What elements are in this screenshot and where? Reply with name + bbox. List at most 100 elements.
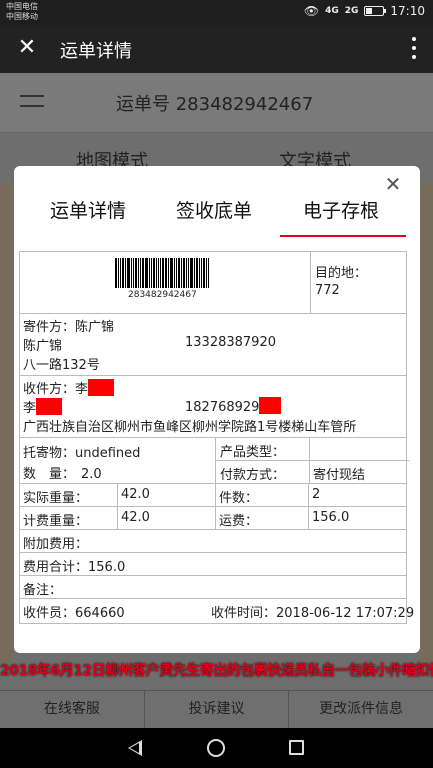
sender-row: 寄件方：陈广锦 陈广锦 13328387920 八一路132号 <box>20 314 406 376</box>
barcode-bar <box>120 258 121 288</box>
actual-weight-row: 实际重量： 42.0 件数： 2 <box>20 484 406 507</box>
redaction-mark <box>259 397 282 414</box>
collect-time-line: 收件时间：2018-06-12 17:07:29 <box>211 602 414 621</box>
destination-cell: 目的地： 772 <box>310 252 407 313</box>
freight-label: 运费： <box>219 514 259 529</box>
barcode-bar <box>162 258 164 288</box>
extra-fee-label: 附加费用： <box>23 537 89 552</box>
carrier-2: 中国移动 <box>6 12 38 21</box>
barcode-bar <box>125 258 126 288</box>
barcode-bar <box>133 258 134 288</box>
goods-row: 托寄物：undefined 数 量： 2.0 产品类型： 付款方式： 寄付现结 <box>20 438 409 484</box>
back-icon[interactable] <box>128 740 142 756</box>
barcode-bar <box>178 258 180 288</box>
divider <box>117 507 118 529</box>
collector-row: 收件员：664660 收件时间：2018-06-12 17:07:29 <box>20 599 414 623</box>
app-bar: ✕ 运单详情 <box>0 25 433 73</box>
map-background <box>0 183 14 663</box>
barcode-bar <box>181 258 182 288</box>
total-fee-value: 156.0 <box>88 560 126 575</box>
qty-line: 数 量： 2.0 <box>23 463 102 482</box>
recipient-label-line: 收件方：李 <box>23 378 115 397</box>
barcode-bar <box>142 258 144 288</box>
barcode-bar <box>186 258 187 288</box>
more-menu-icon[interactable] <box>411 35 417 61</box>
status-icons: 👁 4G 2G 17:10 <box>304 4 425 18</box>
divider <box>309 461 310 484</box>
pieces-value: 2 <box>312 487 321 502</box>
barcode-bar <box>168 258 169 288</box>
barcode-bar <box>118 258 119 288</box>
carrier-1: 中国电信 <box>6 2 38 11</box>
barcode-bar <box>127 258 130 288</box>
change-delivery-button[interactable]: 更改派件信息 <box>289 691 433 728</box>
collect-time-label: 收件时间： <box>211 606 277 621</box>
redaction-mark <box>88 379 115 396</box>
barcode-bar <box>201 258 202 288</box>
barcode-row: 283482942467 目的地： 772 <box>20 252 406 314</box>
barcode-bar <box>115 258 117 288</box>
barcode-bar <box>190 258 193 288</box>
tab-electronic-stub[interactable]: 电子存根 <box>303 196 379 223</box>
recipient-phone: 182768929 <box>185 400 260 415</box>
barcode-bar <box>131 258 132 288</box>
barcode-bar <box>203 258 205 288</box>
barcode <box>115 258 219 288</box>
recipient-address: 广西壮族自治区柳州市鱼峰区柳州学院路1号楼梯山车管所 <box>23 420 357 435</box>
electronic-stub: 283482942467 目的地： 772 寄件方：陈广锦 陈广锦 133283… <box>19 251 414 624</box>
barcode-bar <box>196 258 198 288</box>
extra-fee-row: 附加费用： <box>20 530 406 553</box>
recipient-name-line: 李 <box>23 397 63 416</box>
barcode-bar <box>158 258 159 288</box>
product-payment-cell: 产品类型： 付款方式： 寄付现结 <box>215 438 409 484</box>
page-title: 运单详情 <box>60 41 132 62</box>
barcode-bar <box>165 258 167 288</box>
collector-value: 664660 <box>75 606 125 621</box>
payment-value: 寄付现结 <box>313 468 366 483</box>
close-icon[interactable]: ✕ <box>14 35 40 61</box>
billed-weight-label: 计费重量： <box>23 514 89 529</box>
online-service-button[interactable]: 在线客服 <box>0 691 145 728</box>
waybill-number: 运单号 283482942467 <box>116 94 314 115</box>
map-background <box>419 183 433 663</box>
complaint-button[interactable]: 投诉建议 <box>145 691 290 728</box>
barcode-bar <box>151 258 152 288</box>
barcode-bar <box>183 258 185 288</box>
actual-weight-label: 实际重量： <box>23 491 89 506</box>
barcode-bar <box>145 258 148 288</box>
eye-icon: 👁 <box>303 4 320 18</box>
barcode-bar <box>138 258 139 288</box>
menu-icon[interactable] <box>20 95 44 115</box>
overlay-caption: 2018年6月12日柳州客户黄先生寄出的包裹快递员私自一包装小件暗扣快递单 <box>0 663 433 679</box>
total-fee-label: 费用合计： <box>23 560 89 575</box>
barcode-bar <box>194 258 195 288</box>
status-bar: 中国电信 中国移动 👁 4G 2G 17:10 <box>0 0 433 25</box>
system-nav-bar <box>0 728 433 768</box>
barcode-bar <box>122 258 124 288</box>
tab-signed-receipt[interactable]: 签收底单 <box>176 196 252 223</box>
destination-value: 772 <box>315 283 340 298</box>
tab-waybill-detail[interactable]: 运单详情 <box>50 196 126 223</box>
actual-weight-value: 42.0 <box>121 487 150 502</box>
barcode-bar <box>174 258 175 288</box>
goods-line: 托寄物：undefined <box>23 442 140 461</box>
waybill-header: 运单号 283482942467 <box>0 73 433 133</box>
recipient-name: 李 <box>23 401 37 416</box>
collector-line: 收件员：664660 <box>23 602 125 621</box>
divider <box>308 484 309 506</box>
barcode-number: 283482942467 <box>128 290 197 300</box>
qty-value: 2.0 <box>81 467 102 482</box>
home-icon[interactable] <box>207 739 225 757</box>
divider <box>215 484 216 506</box>
bottom-actions: 在线客服 投诉建议 更改派件信息 <box>0 690 433 728</box>
divider <box>117 484 118 506</box>
recent-apps-icon[interactable] <box>289 740 304 755</box>
remark-row: 备注： <box>20 576 406 599</box>
goods-value: undefined <box>75 446 141 461</box>
waybill-modal: ✕ 运单详情 签收底单 电子存根 283482942467 目的地： 772 寄… <box>14 166 420 653</box>
product-type-row: 产品类型： <box>216 438 409 461</box>
product-type-label: 产品类型： <box>220 445 286 460</box>
clock: 17:10 <box>390 4 425 18</box>
billed-weight-row: 计费重量： 42.0 运费： 156.0 <box>20 507 406 530</box>
goods-label: 托寄物： <box>23 446 76 461</box>
